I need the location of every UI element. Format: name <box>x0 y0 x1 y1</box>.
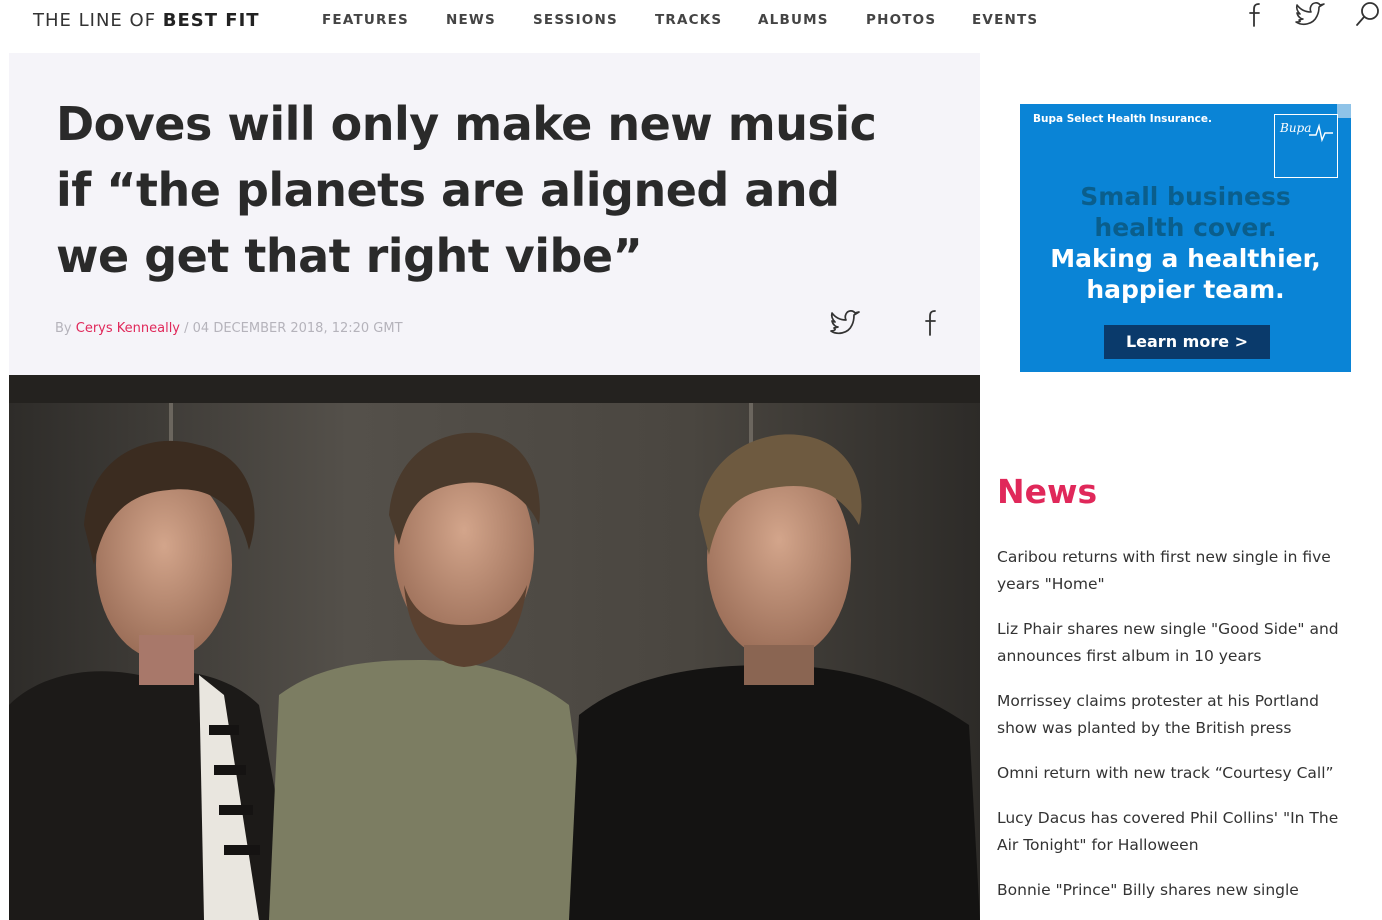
news-item[interactable]: Omni return with new track “Courtesy Cal… <box>997 760 1352 787</box>
ad-logo: Bupa <box>1274 114 1338 178</box>
share-twitter-icon[interactable] <box>827 305 863 341</box>
nav-item-sessions[interactable]: SESSIONS <box>533 12 618 28</box>
news-item[interactable]: Lucy Dacus has covered Phil Collins' "In… <box>997 805 1352 859</box>
author-link[interactable]: Cerys Kenneally <box>76 321 180 336</box>
nav-item-features[interactable]: FEATURES <box>322 12 409 28</box>
news-item[interactable]: Caribou returns with first new single in… <box>997 544 1352 598</box>
facebook-icon[interactable] <box>1242 0 1272 30</box>
ad-learn-more-button[interactable]: Learn more > <box>1104 325 1270 359</box>
ad-logo-text: Bupa <box>1280 121 1312 135</box>
adchoices-icon[interactable] <box>1337 104 1351 118</box>
ad-headline-2a: Making a healthier, <box>1050 244 1321 273</box>
news-item[interactable]: Bonnie "Prince" Billy shares new single <box>997 877 1352 904</box>
heartbeat-icon <box>1309 123 1333 143</box>
advertisement-banner[interactable]: Bupa Select Health Insurance. Bupa Small… <box>1020 104 1351 372</box>
site-header: THE LINE OF BEST FIT FEATURES NEWS SESSI… <box>0 0 1382 46</box>
news-list: Caribou returns with first new single in… <box>997 544 1352 920</box>
ad-headline-1a: Small business <box>1080 182 1291 211</box>
share-facebook-icon[interactable] <box>914 305 950 341</box>
publish-date: / 04 DECEMBER 2018, 12:20 GMT <box>180 321 403 336</box>
nav-item-albums[interactable]: ALBUMS <box>758 12 829 28</box>
article-headline: Doves will only make new music if “the p… <box>56 97 877 283</box>
nav-item-tracks[interactable]: TRACKS <box>655 12 722 28</box>
ad-headline-2b: happier team. <box>1086 275 1285 304</box>
article-header: Doves will only make new music if “the p… <box>9 53 980 375</box>
site-logo[interactable]: THE LINE OF BEST FIT <box>33 10 260 31</box>
twitter-icon[interactable] <box>1293 0 1329 30</box>
news-item[interactable]: Liz Phair shares new single "Good Side" … <box>997 616 1352 670</box>
article-byline: By Cerys Kenneally / 04 DECEMBER 2018, 1… <box>55 321 403 336</box>
search-icon[interactable] <box>1352 0 1382 30</box>
article-hero-image <box>9 375 980 920</box>
nav-item-photos[interactable]: PHOTOS <box>866 12 936 28</box>
logo-text-light: THE LINE OF <box>33 10 163 31</box>
logo-text-bold: BEST FIT <box>162 10 260 31</box>
byline-prefix: By <box>55 321 76 336</box>
ad-headline-1b: health cover. <box>1094 213 1277 242</box>
ad-brand-text: Bupa Select Health Insurance. <box>1033 113 1212 125</box>
news-section-title: News <box>997 472 1098 511</box>
nav-item-news[interactable]: NEWS <box>446 12 496 28</box>
nav-item-events[interactable]: EVENTS <box>972 12 1038 28</box>
news-item[interactable]: Morrissey claims protester at his Portla… <box>997 688 1352 742</box>
